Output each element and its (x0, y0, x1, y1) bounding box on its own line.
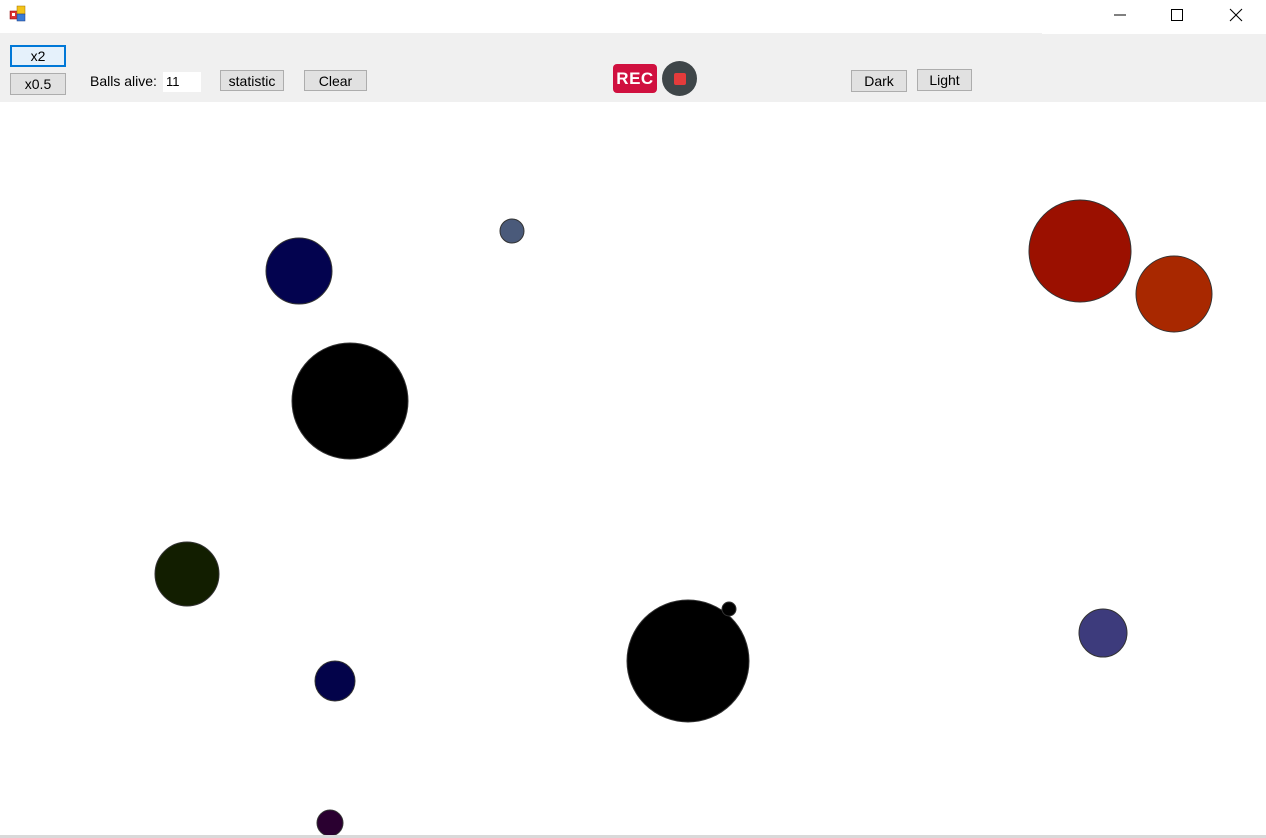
ball (499, 218, 525, 244)
close-button[interactable] (1207, 0, 1265, 29)
ball (265, 237, 333, 305)
app-icon (9, 5, 27, 23)
minimize-icon (1114, 14, 1126, 15)
close-icon (1229, 8, 1243, 21)
balls-alive-field[interactable] (163, 72, 201, 92)
dark-theme-button[interactable]: Dark (851, 70, 907, 92)
slow-down-button[interactable]: x0.5 (10, 73, 66, 95)
stop-recording-button[interactable] (662, 61, 697, 96)
simulation-canvas[interactable] (0, 102, 1266, 836)
maximize-icon (1171, 8, 1183, 21)
ball (316, 809, 344, 836)
clear-button[interactable]: Clear (304, 70, 367, 91)
ball (291, 342, 409, 460)
ball (1028, 199, 1132, 303)
light-theme-button[interactable]: Light (917, 69, 972, 91)
speed-up-button[interactable]: x2 (10, 45, 66, 67)
ball (721, 601, 737, 617)
toolbar-notch (1042, 33, 1266, 34)
balls-alive-label: Balls alive: (90, 73, 157, 89)
ball (1078, 608, 1128, 658)
app-window: x2 x0.5 Balls alive: statistic Clear REC… (0, 0, 1266, 838)
ball (154, 541, 220, 607)
stop-icon (673, 72, 686, 85)
rec-badge: REC (613, 64, 657, 93)
statistic-button[interactable]: statistic (220, 70, 284, 91)
maximize-button[interactable] (1148, 0, 1206, 29)
ball (626, 599, 750, 723)
ball (314, 660, 356, 702)
ball (1135, 255, 1213, 333)
title-bar (0, 0, 1266, 33)
minimize-button[interactable] (1091, 0, 1149, 29)
